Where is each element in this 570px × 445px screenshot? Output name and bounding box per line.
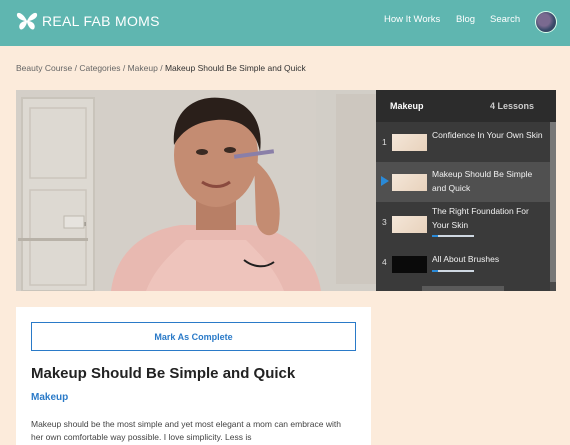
lesson-thumbnail	[392, 134, 427, 151]
nav-blog[interactable]: Blog	[456, 14, 475, 25]
play-icon	[381, 176, 389, 186]
butterfly-icon	[16, 12, 38, 30]
lessons-scrollbar-thumb[interactable]	[550, 122, 556, 282]
lesson-category-link[interactable]: Makeup	[31, 392, 68, 403]
lessons-panel-title: Makeup	[390, 101, 424, 111]
lesson-thumbnail	[392, 256, 427, 273]
lesson-progress-bar	[432, 270, 474, 272]
lesson-item-1[interactable]: 1 Confidence In Your Own Skin	[376, 122, 550, 162]
lesson-title: The Right Foundation For Your Skin	[432, 206, 529, 230]
top-navigation-bar: REAL FAB MOMS How It Works Blog Search	[0, 0, 570, 46]
lesson-item-3[interactable]: 3 The Right Foundation For Your Skin	[376, 202, 550, 242]
lesson-title: Confidence In Your Own Skin	[432, 130, 543, 140]
lesson-thumbnail	[392, 216, 427, 233]
breadcrumb-separator: /	[160, 63, 163, 73]
breadcrumb-makeup[interactable]: Makeup	[128, 63, 158, 73]
lesson-details-card: Mark As Complete Makeup Should Be Simple…	[16, 307, 371, 445]
nav-how-it-works[interactable]: How It Works	[384, 14, 440, 25]
lesson-progress-fill	[432, 235, 439, 237]
breadcrumb-separator: /	[74, 63, 77, 73]
site-logo[interactable]: REAL FAB MOMS	[16, 11, 160, 31]
lesson-title: All About Brushes	[432, 254, 500, 264]
video-frame	[16, 90, 376, 291]
lesson-number: 1	[382, 137, 387, 147]
breadcrumb-beauty-course[interactable]: Beauty Course	[16, 63, 72, 73]
lesson-number: 3	[382, 217, 387, 227]
lessons-bottom-tab[interactable]	[422, 286, 504, 291]
lessons-count: 4 Lessons	[489, 101, 534, 111]
lesson-progress-fill	[432, 270, 439, 272]
lessons-panel: Makeup 4 Lessons 1 Confidence In Your Ow…	[376, 90, 556, 291]
lesson-item-2[interactable]: Makeup Should Be Simple and Quick	[376, 162, 550, 202]
video-player[interactable]	[16, 90, 376, 291]
breadcrumb-categories[interactable]: Categories	[79, 63, 120, 73]
nav-search[interactable]: Search	[490, 14, 520, 25]
lessons-header: Makeup 4 Lessons	[376, 90, 556, 122]
lesson-title: Makeup Should Be Simple and Quick	[432, 169, 533, 193]
lesson-title-heading: Makeup Should Be Simple and Quick	[31, 365, 296, 382]
lesson-description: Makeup should be the most simple and yet…	[31, 419, 341, 442]
mark-as-complete-button[interactable]: Mark As Complete	[31, 322, 356, 351]
user-avatar[interactable]	[535, 11, 557, 33]
breadcrumb-current: Makeup Should Be Simple and Quick	[164, 63, 306, 73]
breadcrumb-separator: /	[122, 63, 126, 73]
lesson-number: 4	[382, 257, 387, 267]
breadcrumb: Beauty Course / Categories / Makeup / Ma…	[16, 63, 306, 73]
lesson-thumbnail	[392, 174, 427, 191]
lesson-progress-bar	[432, 235, 474, 237]
lesson-item-4[interactable]: 4 All About Brushes	[376, 242, 550, 282]
logo-text: REAL FAB MOMS	[42, 13, 160, 29]
